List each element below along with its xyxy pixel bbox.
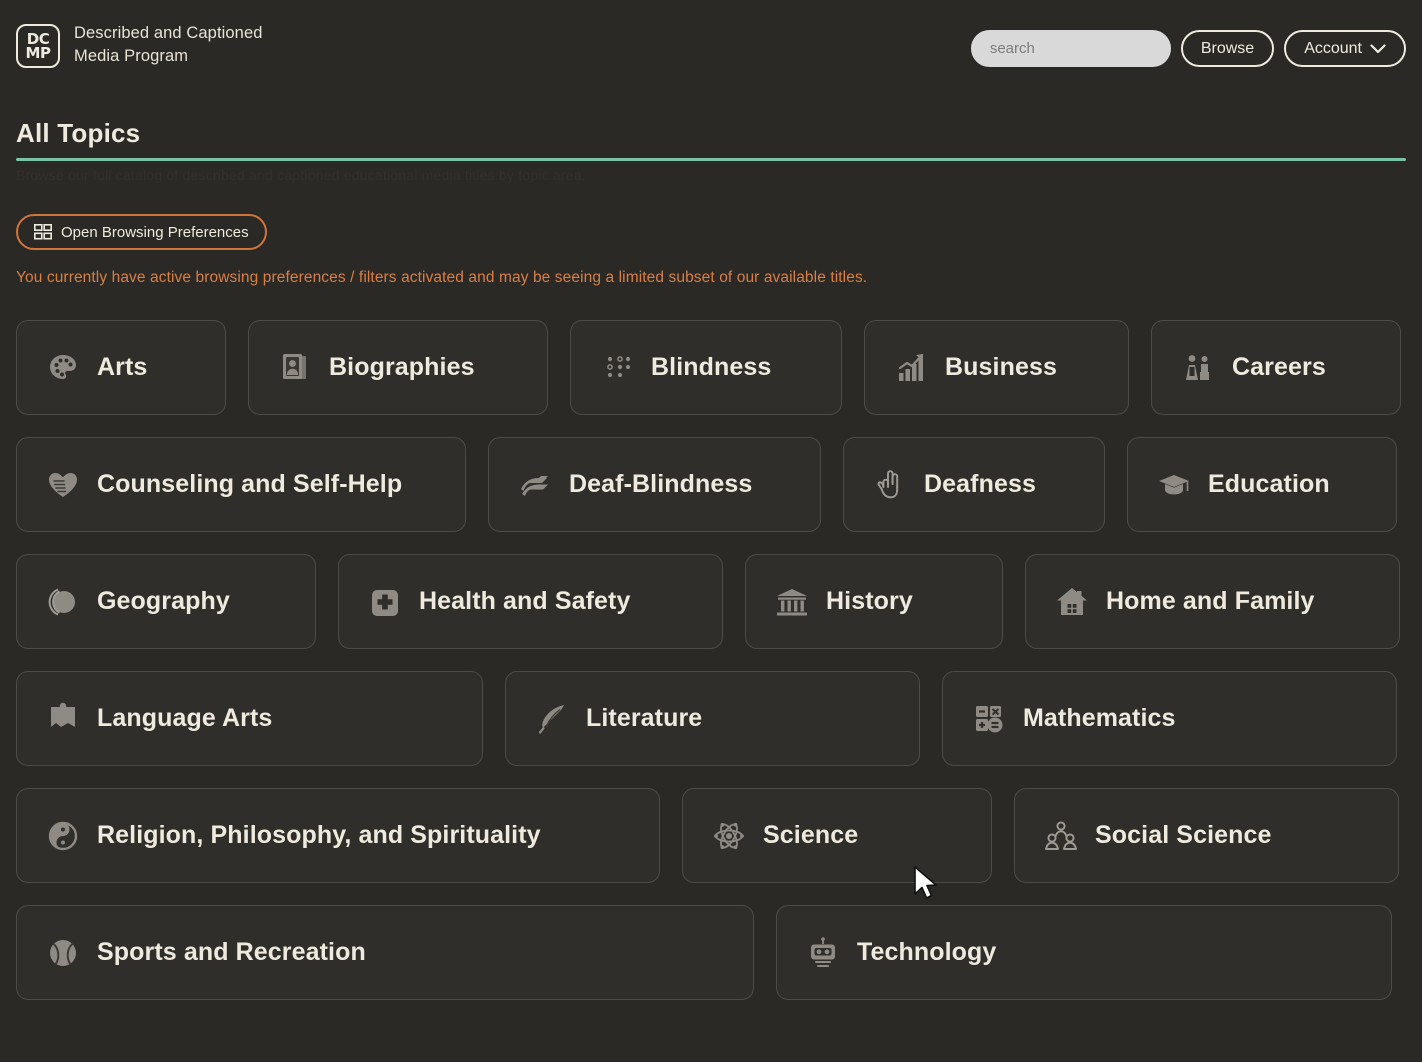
page-root: DC MP Described and Captioned Media Prog… [0,0,1422,1062]
math-symbols-icon [976,705,1003,732]
topic-card-education[interactable]: Education [1127,437,1397,532]
topic-card-label: Geography [97,587,230,615]
topic-card-social-science[interactable]: Social Science [1014,788,1399,883]
page-title: All Topics [16,118,141,148]
topic-card-business[interactable]: Business [864,320,1129,415]
topic-card-counseling-and-self-help[interactable]: Counseling and Self-Help [16,437,466,532]
topic-row: Language Arts Literature Mathematics [16,671,1406,766]
topic-row: Counseling and Self-Help Deaf-Blindness … [16,437,1406,532]
topic-card-label: Business [945,353,1057,381]
search-box[interactable] [970,30,1191,67]
topic-card-label: Home and Family [1106,587,1315,615]
braille-dots-icon [607,355,631,377]
graduation-cap-icon [1159,474,1189,494]
topic-card-label: Science [763,821,859,849]
topic-card-arts[interactable]: Arts [16,320,226,415]
topic-row: Sports and Recreation Technology [16,905,1406,1000]
topic-card-label: Counseling and Self-Help [97,470,403,498]
page-description: Browse our full catalog of described and… [16,167,586,183]
quill-icon [538,704,564,734]
topic-card-language-arts[interactable]: Language Arts [16,671,483,766]
id-card-icon [283,353,306,379]
topic-card-label: History [826,587,913,615]
topic-card-technology[interactable]: Technology [776,905,1392,1000]
account-button[interactable]: Account [1284,30,1406,67]
topic-card-label: Mathematics [1023,704,1176,732]
topic-card-science[interactable]: Science [682,788,992,883]
open-book-icon [51,702,75,727]
topic-card-label: Technology [857,938,997,966]
topic-card-sports-and-recreation[interactable]: Sports and Recreation [16,905,754,1000]
search-input[interactable] [987,39,1191,58]
topic-card-label: Deaf-Blindness [569,470,753,498]
logo-text-bottom: MP [25,44,51,62]
account-label: Account [1304,39,1362,57]
topic-card-careers[interactable]: Careers [1151,320,1401,415]
site-header: DC MP Described and Captioned Media Prog… [0,0,1422,100]
topic-card-label: Blindness [651,353,772,381]
topic-card-literature[interactable]: Literature [505,671,920,766]
dcmp-logo-icon: DC MP [16,24,60,68]
grid-layout-icon [34,224,52,240]
topic-row: Arts Biographies Blindness Business Care… [16,320,1406,415]
topic-card-label: Arts [97,353,148,381]
house-icon [1057,587,1087,615]
topic-card-label: Religion, Philosophy, and Spirituality [97,821,541,849]
topic-card-health-and-safety[interactable]: Health and Safety [338,554,723,649]
heart-hand-icon [49,472,77,497]
title-divider [16,158,1406,161]
topic-card-mathematics[interactable]: Mathematics [942,671,1397,766]
topic-card-label: Literature [586,704,703,732]
open-browsing-preferences-label: Open Browsing Preferences [61,223,249,241]
active-filters-notice: You currently have active browsing prefe… [16,269,868,286]
header-actions: Browse Account [970,22,1406,67]
sign-language-hand-icon [877,469,899,498]
topic-card-label: Sports and Recreation [97,938,366,966]
palette-icon [50,354,76,379]
medical-cross-icon [372,589,398,616]
chevron-down-icon [1370,43,1386,53]
ball-icon [50,939,76,966]
topic-card-religion-philosophy-and-spirituality[interactable]: Religion, Philosophy, and Spirituality [16,788,660,883]
open-browsing-preferences-button[interactable]: Open Browsing Preferences [16,214,267,250]
people-group-icon [1045,820,1077,850]
topic-card-label: Education [1208,470,1330,498]
topic-card-label: Language Arts [97,704,273,732]
brand-logo-block[interactable]: DC MP Described and Captioned Media Prog… [16,22,304,68]
topic-row: Religion, Philosophy, and Spirituality S… [16,788,1406,883]
topic-card-home-and-family[interactable]: Home and Family [1025,554,1400,649]
topic-card-history[interactable]: History [745,554,1003,649]
topic-card-label: Social Science [1095,821,1272,849]
topic-card-deafness[interactable]: Deafness [843,437,1105,532]
globe-icon [48,588,75,615]
careers-people-icon [1186,354,1209,380]
bar-chart-icon [898,353,924,381]
topic-card-label: Deafness [924,470,1036,498]
topic-card-label: Biographies [329,353,475,381]
classical-building-icon [777,588,807,615]
topic-card-biographies[interactable]: Biographies [248,320,548,415]
topic-grid: Arts Biographies Blindness Business Care… [16,320,1406,1022]
yin-yang-icon [48,821,78,850]
hands-icon [521,475,548,496]
topic-card-label: Health and Safety [419,587,631,615]
brand-name: Described and Captioned Media Program [74,24,263,65]
atom-icon [714,822,744,849]
browse-button[interactable]: Browse [1180,30,1275,67]
topic-card-label: Careers [1232,353,1326,381]
topic-card-deaf-blindness[interactable]: Deaf-Blindness [488,437,821,532]
robot-icon [811,936,835,967]
topic-row: Geography Health and Safety History Home… [16,554,1406,649]
topic-card-geography[interactable]: Geography [16,554,316,649]
topic-card-blindness[interactable]: Blindness [570,320,842,415]
